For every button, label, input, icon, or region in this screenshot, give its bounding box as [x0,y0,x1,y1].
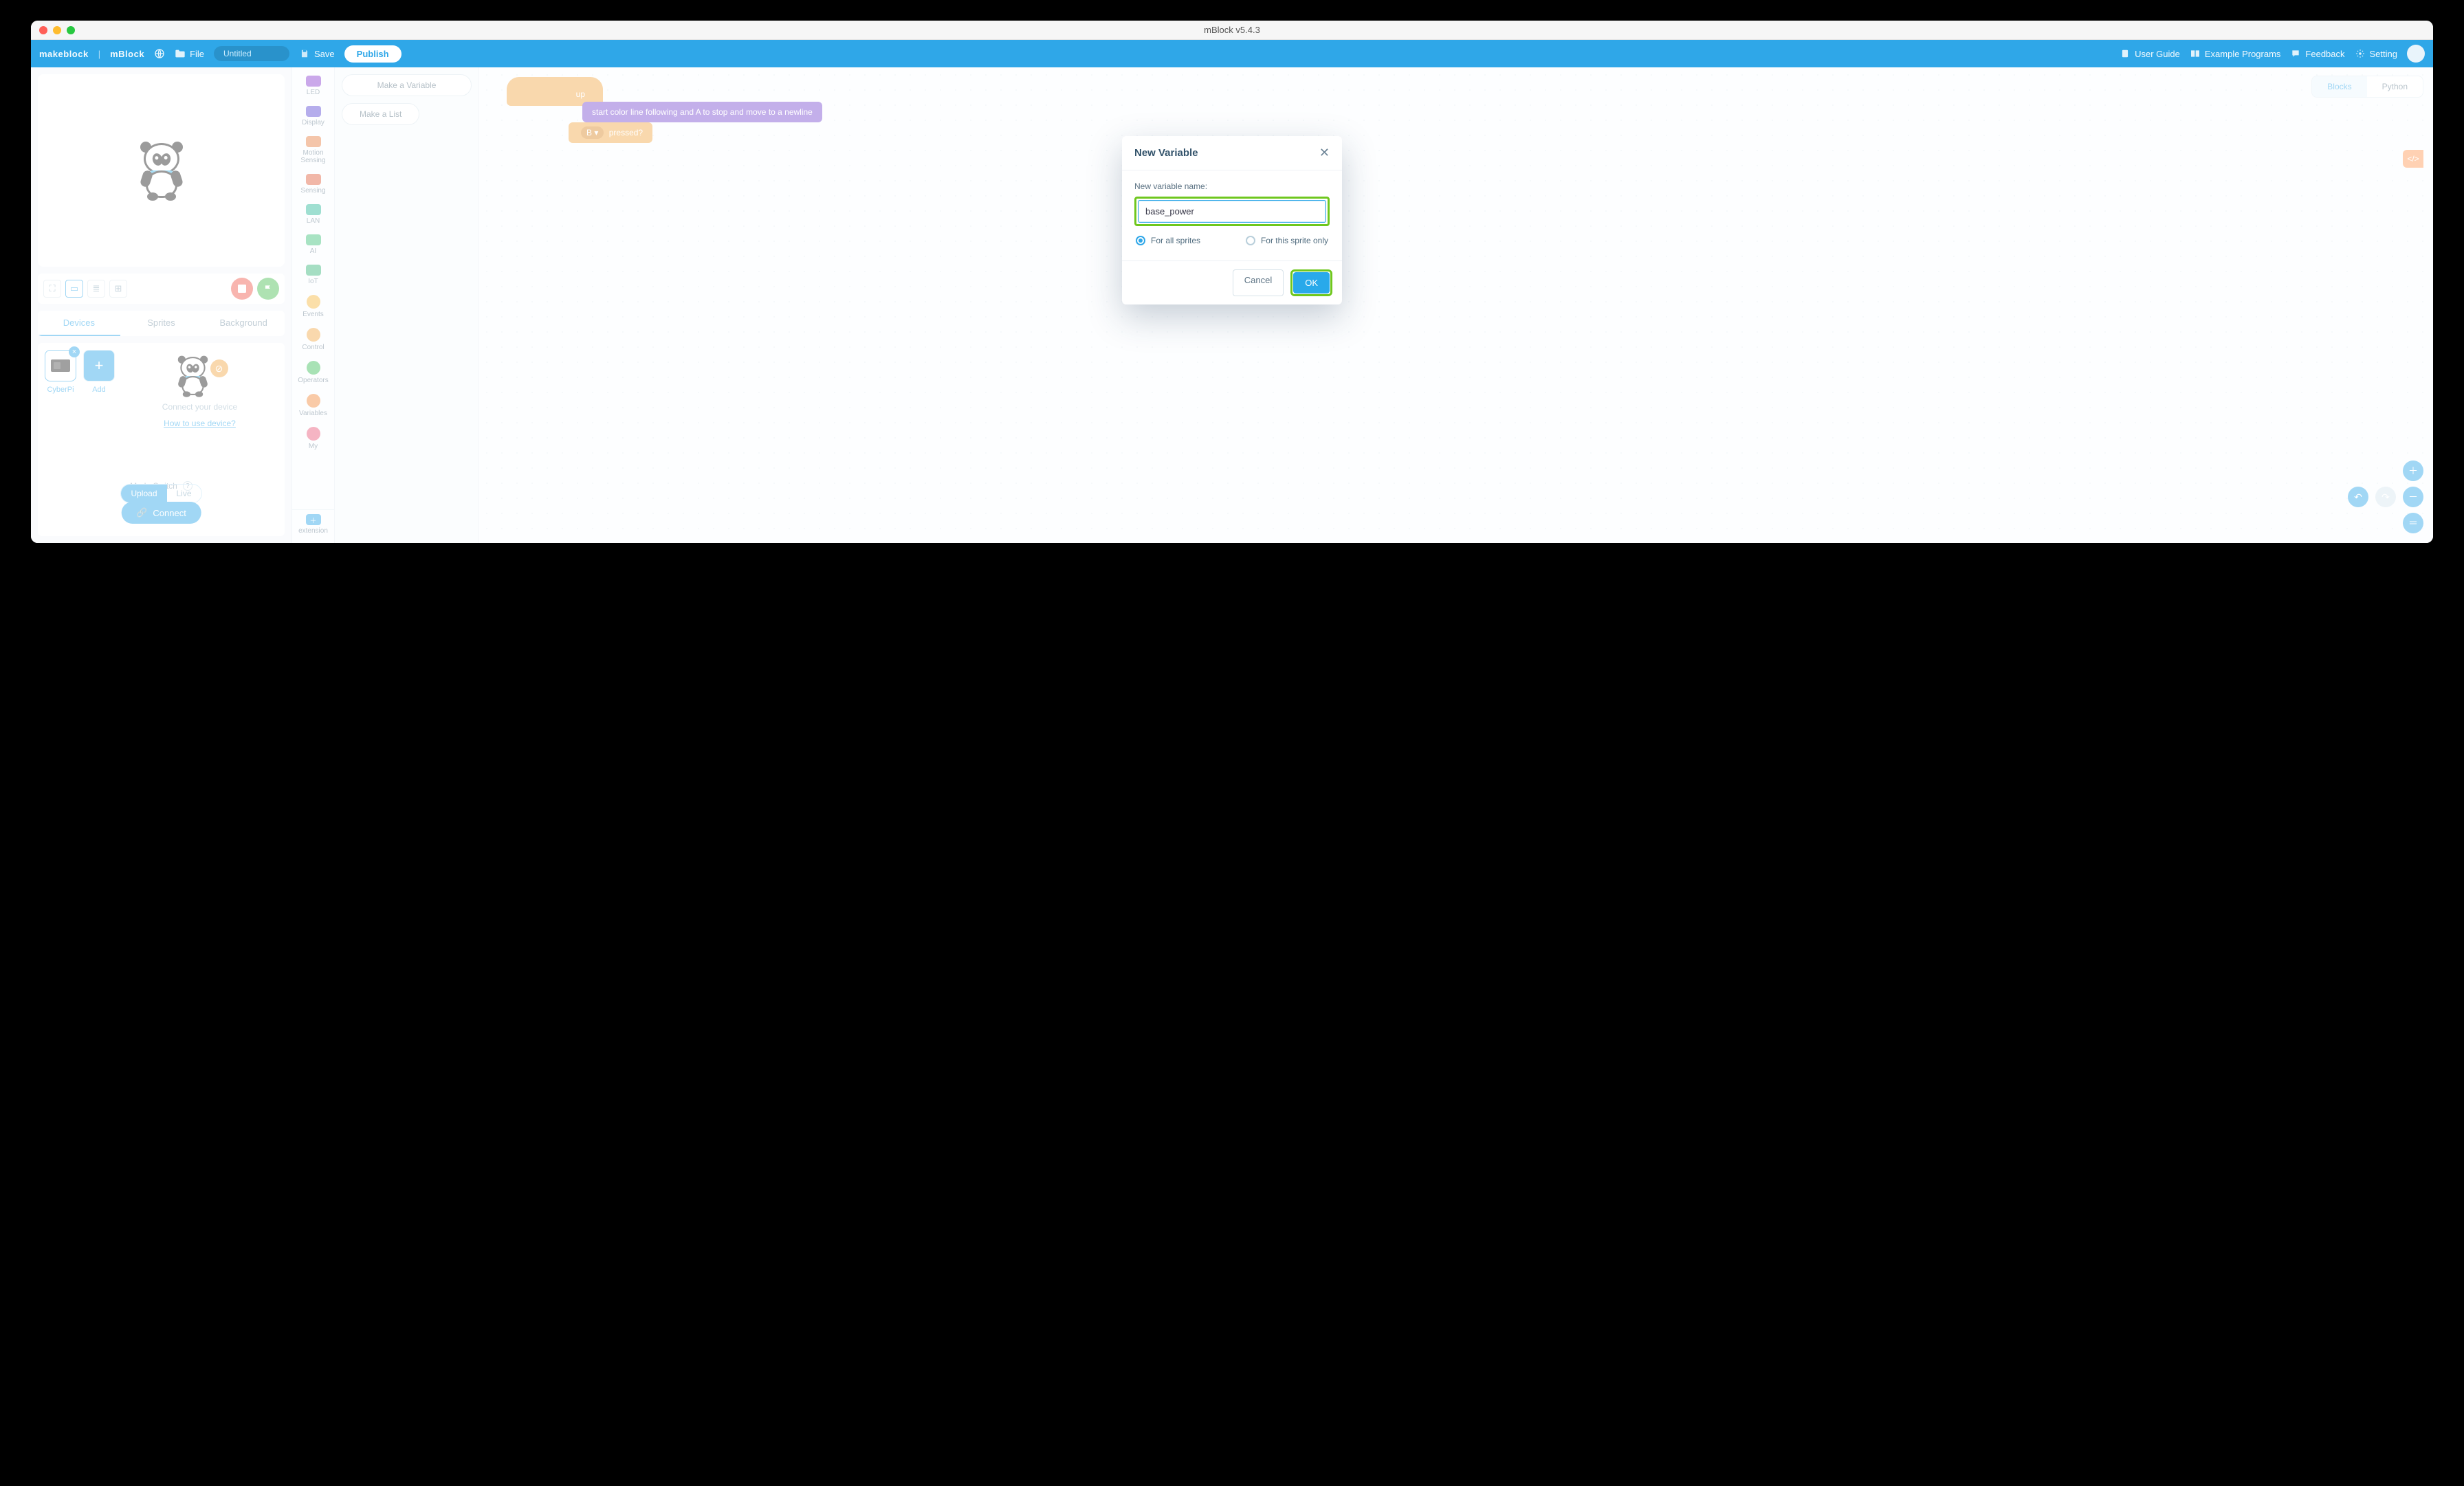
radio-checked-icon [1136,236,1145,245]
input-highlight [1134,197,1330,226]
traffic-lights[interactable] [31,26,75,34]
radio-unchecked-icon [1246,236,1255,245]
user-guide-link[interactable]: User Guide [2120,48,2180,59]
brand-makeblock: makeblock [39,49,89,59]
app-window: mBlock v5.4.3 makeblock | mBlock File Un… [31,21,2433,543]
setting-link[interactable]: Setting [2355,48,2397,59]
brand-mblock: mBlock [110,49,144,59]
titlebar: mBlock v5.4.3 [31,21,2433,40]
minimize-window-icon[interactable] [53,26,61,34]
ok-button[interactable]: OK [1293,272,1330,293]
scope-all-sprites[interactable]: For all sprites [1136,236,1200,245]
menubar: makeblock | mBlock File Untitled Save Pu… [31,40,2433,67]
save-button[interactable]: Save [299,48,335,59]
save-icon [299,48,310,59]
file-menu[interactable]: File [175,48,204,59]
publish-button[interactable]: Publish [344,45,402,63]
new-variable-dialog: New Variable ✕ New variable name: For al… [1122,136,1342,304]
app-body: ⛶ ▭ ≣ ⊞ Devices Sprites Background [31,67,2433,543]
save-label: Save [314,49,335,59]
project-title-input[interactable]: Untitled [214,46,289,61]
close-window-icon[interactable] [39,26,47,34]
window-title: mBlock v5.4.3 [31,25,2433,35]
cancel-button[interactable]: Cancel [1233,269,1284,296]
dialog-title: New Variable [1134,147,1198,159]
brand-divider: | [98,49,100,59]
example-programs-link[interactable]: Example Programs [2190,48,2281,59]
file-label: File [190,49,204,59]
globe-icon[interactable] [154,48,165,59]
variable-name-input[interactable] [1138,200,1326,223]
doc-icon [2120,48,2131,59]
feedback-link[interactable]: Feedback [2290,48,2344,59]
book-icon [2190,48,2201,59]
ok-highlight: OK [1290,269,1332,296]
zoom-window-icon[interactable] [67,26,75,34]
variable-name-label: New variable name: [1134,181,1330,191]
gear-icon [2355,48,2366,59]
user-avatar[interactable] [2407,45,2425,63]
folder-icon [175,48,186,59]
scope-this-sprite[interactable]: For this sprite only [1246,236,1328,245]
chat-icon [2290,48,2301,59]
modal-overlay: New Variable ✕ New variable name: For al… [31,67,2433,543]
close-icon[interactable]: ✕ [1319,146,1330,160]
